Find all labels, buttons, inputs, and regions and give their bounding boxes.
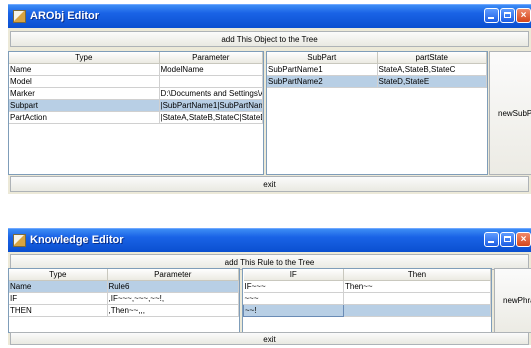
type-cell[interactable]: Name: [9, 280, 108, 293]
exit-button[interactable]: exit: [10, 176, 529, 192]
type-cell[interactable]: Name: [9, 63, 160, 76]
new-phrase-label: newPhrase: [503, 296, 531, 305]
column-header-parameter[interactable]: Parameter: [107, 269, 239, 281]
table-row[interactable]: PartAction |StateA,StateB,StateC|StateD,…: [9, 111, 263, 124]
arobj-editor-window: ARObj Editor × add This Object to the Tr…: [8, 4, 531, 194]
table-row[interactable]: Marker D:\Documents and Settings\Adminis…: [9, 87, 263, 100]
table-row-selected[interactable]: SubPartName2 StateD,StateE: [267, 75, 487, 88]
knowledge-window-title: Knowledge Editor: [30, 234, 124, 246]
java-cup-icon: [13, 234, 26, 247]
if-cell[interactable]: IF~~~: [243, 280, 344, 293]
add-object-button[interactable]: add This Object to the Tree: [10, 31, 529, 47]
column-header-type[interactable]: Type: [9, 269, 108, 281]
knowledge-titlebar[interactable]: Knowledge Editor ×: [8, 228, 531, 252]
arobj-window-title: ARObj Editor: [30, 10, 100, 22]
arobj-parameter-table: Type Parameter Name ModelName Model Mark…: [9, 52, 263, 124]
arobj-titlebar[interactable]: ARObj Editor ×: [8, 4, 531, 28]
table-row[interactable]: SubPartName1 StateA,StateB,StateC: [267, 63, 487, 76]
knowledge-parameter-panel: Type Parameter Name Rule6 IF ,IF~~~,~~~,…: [8, 268, 240, 333]
column-header-subpart[interactable]: SubPart: [267, 52, 378, 64]
maximize-icon[interactable]: [500, 232, 515, 247]
parameter-cell[interactable]: D:\Documents and Settings\Administra...: [159, 87, 263, 100]
type-cell[interactable]: IF: [9, 292, 108, 305]
arobj-subpart-panel: SubPart partState SubPartName1 StateA,St…: [266, 51, 488, 175]
type-cell[interactable]: PartAction: [9, 111, 160, 124]
type-cell[interactable]: THEN: [9, 304, 108, 317]
minimize-icon[interactable]: [484, 232, 499, 247]
maximize-icon[interactable]: [500, 8, 515, 23]
table-row-selected[interactable]: ~~!: [243, 304, 491, 317]
knowledge-editor-window: Knowledge Editor × add This Rule to the …: [8, 228, 531, 345]
arobj-parameter-panel: Type Parameter Name ModelName Model Mark…: [8, 51, 264, 175]
column-header-type[interactable]: Type: [9, 52, 160, 64]
parameter-cell[interactable]: ModelName: [159, 63, 263, 76]
column-header-parameter[interactable]: Parameter: [159, 52, 263, 64]
subpart-cell[interactable]: SubPartName2: [267, 75, 378, 88]
arobj-subpart-table: SubPart partState SubPartName1 StateA,St…: [267, 52, 487, 88]
minimize-icon[interactable]: [484, 8, 499, 23]
new-phrase-button[interactable]: newPhrase: [494, 268, 531, 333]
table-row-selected[interactable]: Name Rule6: [9, 280, 239, 293]
then-cell[interactable]: [343, 292, 491, 305]
column-header-partstate[interactable]: partState: [377, 52, 487, 64]
table-row[interactable]: THEN ,Then~~,,,: [9, 304, 239, 317]
partstate-cell[interactable]: StateA,StateB,StateC: [377, 63, 487, 76]
parameter-cell[interactable]: |SubPartName1|SubPartName2|: [159, 99, 263, 112]
exit-button[interactable]: exit: [10, 332, 529, 345]
if-cell-focused[interactable]: ~~!: [243, 304, 344, 317]
then-cell[interactable]: Then~~: [343, 280, 491, 293]
knowledge-rule-panel: IF Then IF~~~ Then~~ ~~~ ~~!: [242, 268, 492, 333]
close-icon[interactable]: ×: [516, 8, 531, 23]
parameter-cell[interactable]: [159, 75, 263, 88]
new-subpart-button[interactable]: newSubPart: [489, 51, 531, 175]
close-icon[interactable]: ×: [516, 232, 531, 247]
knowledge-rule-table: IF Then IF~~~ Then~~ ~~~ ~~!: [243, 269, 491, 317]
type-cell[interactable]: Marker: [9, 87, 160, 100]
parameter-cell[interactable]: |StateA,StateB,StateC|StateD,StateE|: [159, 111, 263, 124]
partstate-cell[interactable]: StateD,StateE: [377, 75, 487, 88]
new-subpart-label: newSubPart: [498, 108, 531, 118]
knowledge-parameter-table: Type Parameter Name Rule6 IF ,IF~~~,~~~,…: [9, 269, 239, 317]
type-cell[interactable]: Model: [9, 75, 160, 88]
java-cup-icon: [13, 10, 26, 23]
column-header-then[interactable]: Then: [343, 269, 491, 281]
table-row[interactable]: IF~~~ Then~~: [243, 280, 491, 293]
table-row[interactable]: Model: [9, 75, 263, 88]
parameter-cell[interactable]: Rule6: [107, 280, 239, 293]
table-row[interactable]: Name ModelName: [9, 63, 263, 76]
parameter-cell[interactable]: ,Then~~,,,: [107, 304, 239, 317]
if-cell[interactable]: ~~~: [243, 292, 344, 305]
subpart-cell[interactable]: SubPartName1: [267, 63, 378, 76]
then-cell[interactable]: [343, 304, 491, 317]
column-header-if[interactable]: IF: [243, 269, 344, 281]
type-cell[interactable]: Subpart: [9, 99, 160, 112]
parameter-cell[interactable]: ,IF~~~,~~~,~~!,: [107, 292, 239, 305]
table-row-selected[interactable]: Subpart |SubPartName1|SubPartName2|: [9, 99, 263, 112]
table-row[interactable]: ~~~: [243, 292, 491, 305]
table-row[interactable]: IF ,IF~~~,~~~,~~!,: [9, 292, 239, 305]
